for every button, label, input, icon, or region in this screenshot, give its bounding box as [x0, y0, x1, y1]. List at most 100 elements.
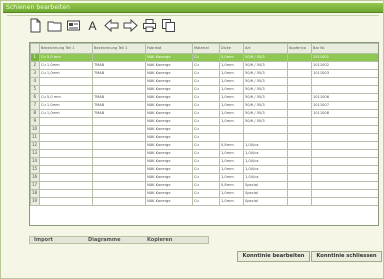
table-cell[interactable] [92, 141, 146, 150]
table-cell[interactable] [92, 53, 146, 62]
column-header[interactable] [30, 43, 40, 54]
table-cell[interactable]: 1011003 [311, 69, 378, 78]
data-grid[interactable]: Bezeichnung Teil 1 Bezeichnung Teil 2 Fa… [29, 42, 379, 226]
table-cell[interactable] [39, 77, 93, 86]
table-cell[interactable] [39, 85, 93, 94]
table-cell[interactable] [39, 157, 93, 166]
image-icon[interactable] [66, 17, 81, 34]
table-cell[interactable]: 1,0mm [219, 165, 244, 174]
table-cell[interactable]: NAK Kanerge [145, 85, 193, 94]
table-cell[interactable]: 1011002 [311, 61, 378, 70]
edit-contour-button[interactable]: Konntinie bearbeiten [237, 251, 310, 262]
table-cell[interactable] [39, 133, 93, 142]
table-cell[interactable]: 50/6 / 50/3 [243, 101, 288, 110]
table-cell[interactable] [287, 189, 312, 198]
table-cell[interactable]: NAK Kanerge [145, 165, 193, 174]
row-number-cell[interactable]: 10 [30, 125, 40, 134]
table-cell[interactable] [287, 109, 312, 118]
table-cell[interactable] [92, 157, 146, 166]
table-cell[interactable] [39, 149, 93, 158]
table-row[interactable]: 7 Cu 1,0mm TMAB NAK Kanerge Cu 1,0mm 50/6 / 50… [30, 101, 378, 110]
table-cell[interactable]: Cu [192, 197, 220, 206]
table-cell[interactable] [287, 173, 312, 182]
table-cell[interactable]: NAK Kanerge [145, 53, 193, 62]
row-number-cell[interactable]: 4 [30, 77, 40, 86]
table-cell[interactable]: Cu [192, 149, 220, 158]
table-cell[interactable]: Cu [192, 101, 220, 110]
table-cell[interactable]: 50/6 / 50/3 [243, 61, 288, 70]
row-number-cell[interactable]: 19 [30, 197, 40, 206]
column-header[interactable]: Kupfer/ca [287, 43, 312, 54]
table-cell[interactable]: Cu [192, 173, 220, 182]
table-row[interactable]: 16 NAK Kanerge Cu 1,0mm 1,00/ca [30, 173, 378, 182]
table-row[interactable]: 5 NAK Kanerge Cu 1,0mm 50/6 / 50/3 [30, 85, 378, 94]
table-cell[interactable]: 1,00/ca [243, 141, 288, 150]
table-cell[interactable]: 1,0mm [219, 101, 244, 110]
table-cell[interactable]: NAK Kanerge [145, 109, 193, 118]
table-cell[interactable] [287, 197, 312, 206]
table-cell[interactable]: Cu [192, 77, 220, 86]
column-header[interactable]: Material [192, 43, 220, 54]
row-number-cell[interactable]: 6 [30, 93, 40, 102]
table-cell[interactable]: Cu [192, 53, 220, 62]
table-cell[interactable]: 1011008 [311, 109, 378, 118]
table-cell[interactable]: Cu [192, 93, 220, 102]
row-number-cell[interactable]: 14 [30, 157, 40, 166]
table-cell[interactable]: Cu [192, 141, 220, 150]
table-cell[interactable] [311, 197, 378, 206]
column-header[interactable]: Bar Nr. [311, 43, 378, 54]
table-cell[interactable]: 50/6 / 50/3 [243, 93, 288, 102]
table-cell[interactable]: TMAB [92, 93, 146, 102]
column-header[interactable]: Dicke [219, 43, 244, 54]
table-cell[interactable] [287, 117, 312, 126]
table-cell[interactable]: Cu 1,0mm [39, 101, 93, 110]
table-cell[interactable] [287, 165, 312, 174]
column-header[interactable]: Bezeichnung Teil 2 [92, 43, 146, 54]
table-cell[interactable] [287, 181, 312, 190]
table-row[interactable]: 4 NAK Kanerge Cu 1,0mm 50/6 / 50/3 [30, 77, 378, 86]
table-cell[interactable] [92, 173, 146, 182]
table-cell[interactable] [311, 133, 378, 142]
table-cell[interactable]: NAK Kanerge [145, 101, 193, 110]
table-cell[interactable]: TMAB [92, 61, 146, 70]
table-cell[interactable]: NAK Kanerge [145, 133, 193, 142]
table-row[interactable]: 3 Cu 1,0mm TMAB NAK Kanerge Cu 1,0mm 50/6 / 50… [30, 69, 378, 78]
table-cell[interactable] [287, 53, 312, 62]
row-number-cell[interactable]: 18 [30, 189, 40, 198]
table-cell[interactable]: 1,0mm [219, 157, 244, 166]
table-cell[interactable] [92, 189, 146, 198]
table-cell[interactable]: 1,0mm [219, 109, 244, 118]
table-cell[interactable]: 5,0mm [219, 53, 244, 62]
table-row[interactable]: 19 NAK Kanerge Cu 1,0mm Special [30, 197, 378, 206]
table-cell[interactable]: 1,00/ca [243, 157, 288, 166]
table-cell[interactable]: 1,0mm [219, 61, 244, 70]
table-cell[interactable] [287, 93, 312, 102]
table-cell[interactable] [287, 69, 312, 78]
row-number-cell[interactable]: 1 [30, 53, 40, 62]
table-cell[interactable] [311, 149, 378, 158]
row-number-cell[interactable]: 5 [30, 85, 40, 94]
table-cell[interactable] [287, 133, 312, 142]
table-cell[interactable] [92, 165, 146, 174]
row-number-cell[interactable]: 17 [30, 181, 40, 190]
table-cell[interactable]: 1,0mm [219, 189, 244, 198]
table-cell[interactable]: 1,00/ca [243, 149, 288, 158]
table-cell[interactable]: 1011006 [311, 93, 378, 102]
arrow-right-icon[interactable] [123, 17, 138, 34]
table-cell[interactable]: Cu 1,0mm [39, 109, 93, 118]
table-cell[interactable]: Special [243, 181, 288, 190]
table-row[interactable]: 6 Cu 5,0 mm TMAB NAK Kanerge Cu 1,0mm 50/6 / 5… [30, 93, 378, 102]
table-cell[interactable] [311, 189, 378, 198]
new-file-icon[interactable] [28, 17, 43, 34]
table-cell[interactable]: Cu 1,0mm [39, 61, 93, 70]
table-cell[interactable]: 1,0mm [219, 77, 244, 86]
table-cell[interactable] [39, 197, 93, 206]
table-cell[interactable]: TMAB [92, 101, 146, 110]
tab-import[interactable]: Import [30, 237, 84, 243]
print-icon[interactable] [142, 17, 157, 34]
table-cell[interactable]: NAK Kanerge [145, 69, 193, 78]
table-cell[interactable] [311, 173, 378, 182]
table-row[interactable]: 18 NAK Kanerge Cu 1,0mm Special [30, 189, 378, 198]
table-row[interactable]: 14 NAK Kanerge Cu 1,0mm 1,00/ca [30, 157, 378, 166]
table-cell[interactable]: NAK Kanerge [145, 93, 193, 102]
